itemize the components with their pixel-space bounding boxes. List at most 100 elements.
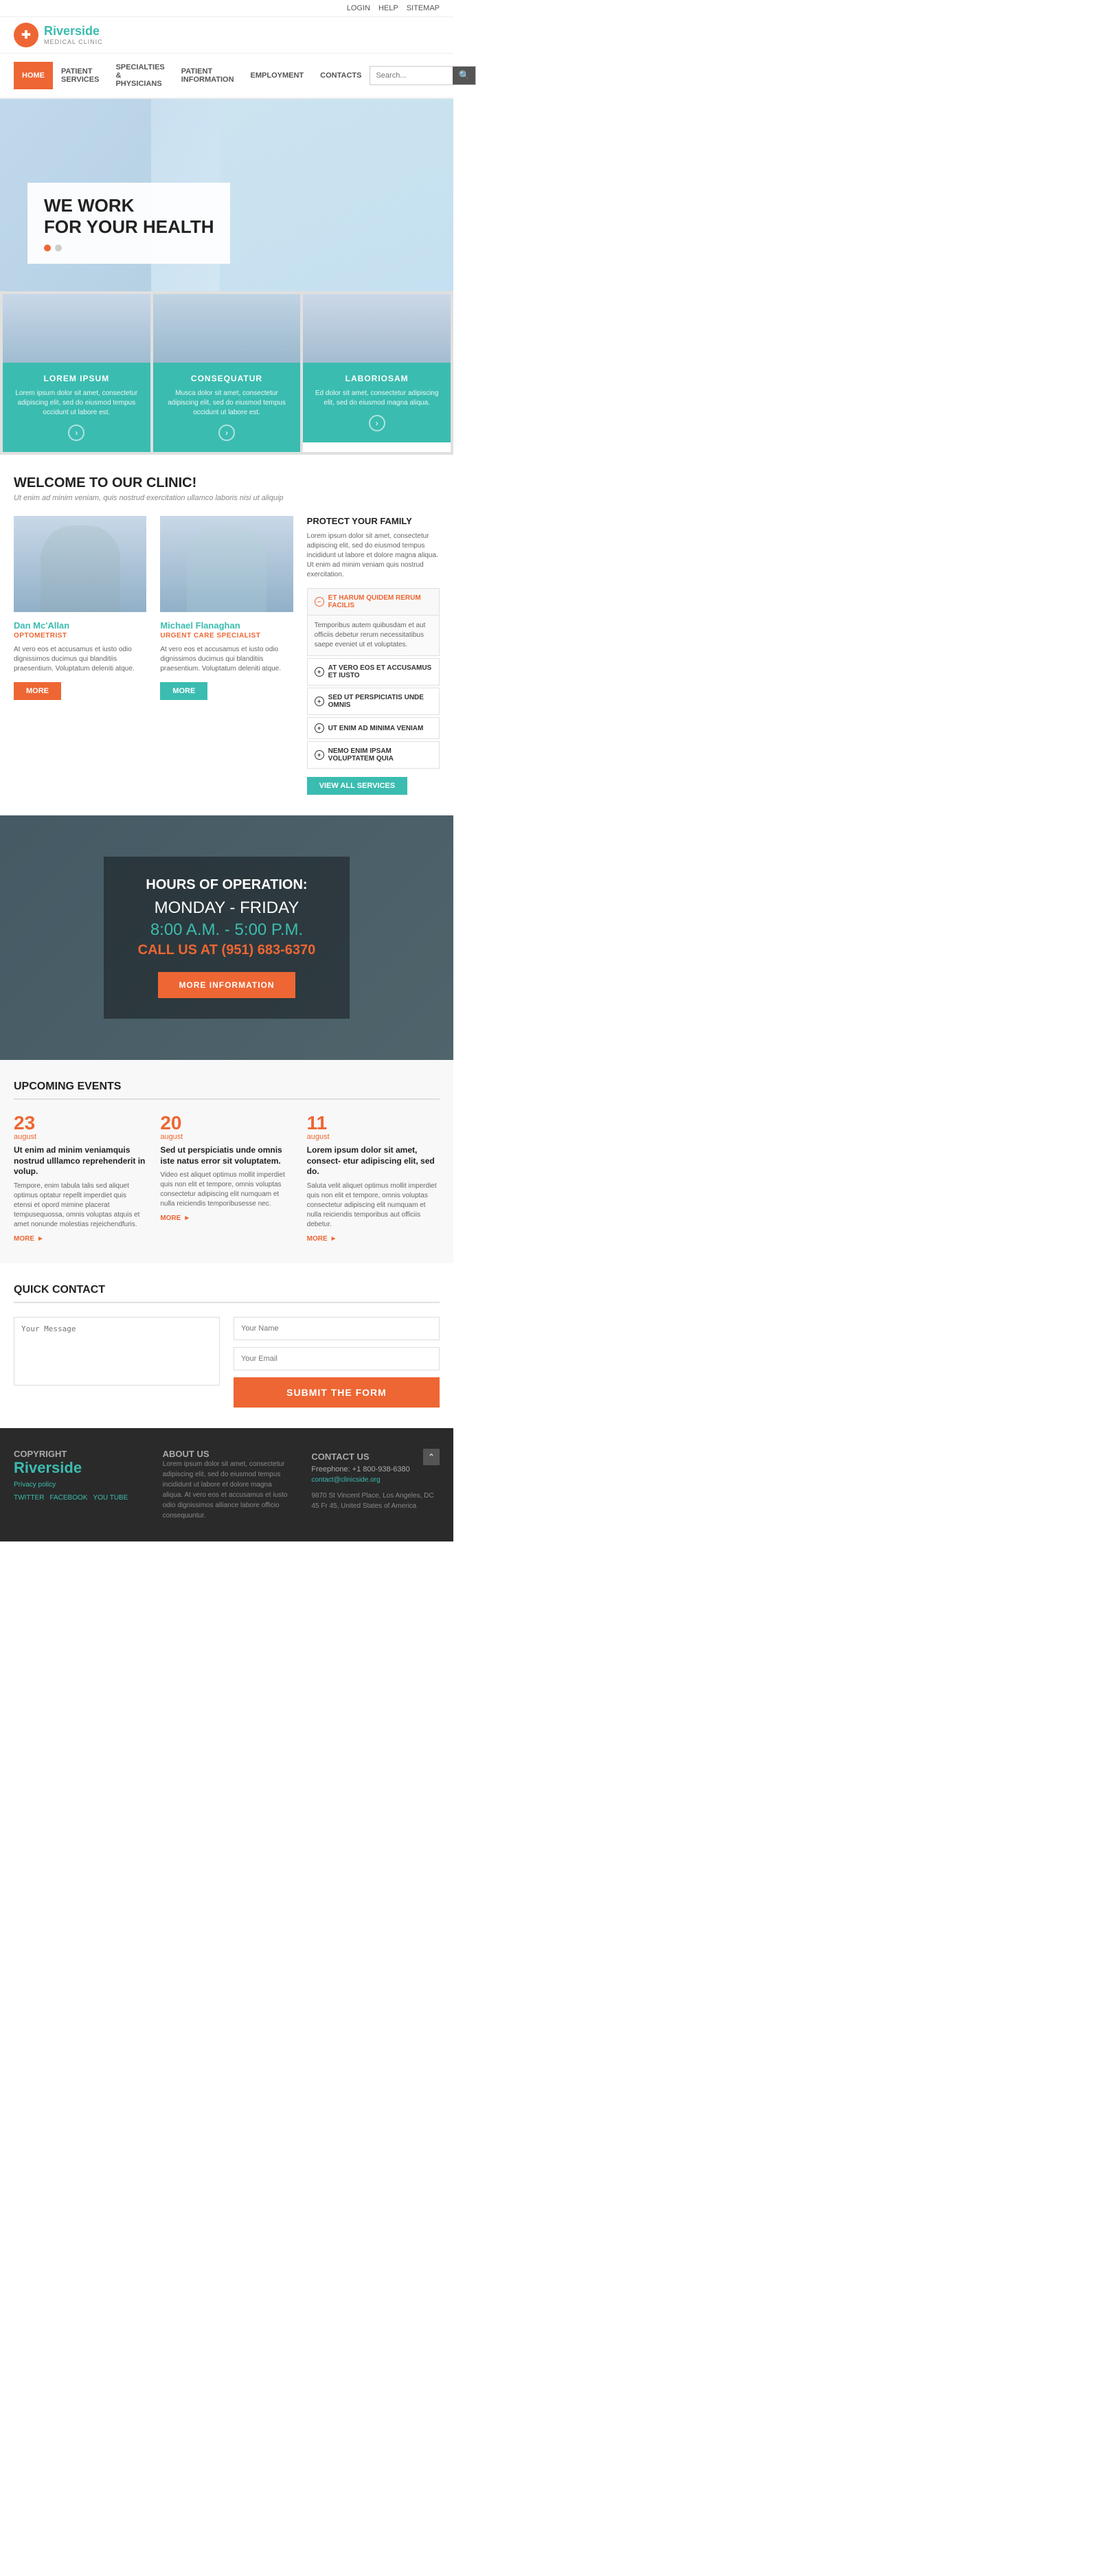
hero-title: WE WORK FOR YOUR HEALTH: [44, 195, 214, 238]
more-info-button[interactable]: MORE INFORMATION: [158, 972, 295, 998]
accordion-header-3[interactable]: + SED UT PERSPICIATIS UNDE OMNIS: [308, 688, 439, 714]
event-desc-1: Tempore, enim tabula talis sed aliquet o…: [14, 1182, 146, 1230]
hours-banner: HOURS OF OPERATION: MONDAY - FRIDAY 8:00…: [0, 815, 453, 1060]
logo[interactable]: ✚ Riverside MEDICAL CLINIC: [14, 23, 103, 47]
accordion-header-2[interactable]: + AT VERO EOS ET ACCUSAMUS ET IUSTO: [308, 659, 439, 685]
logo-cross: ✚: [21, 28, 30, 42]
contact-message-wrapper: [14, 1317, 220, 1408]
footer-logo: Riverside: [14, 1459, 142, 1477]
event-date-2: 20 august: [160, 1114, 293, 1141]
service-card-1: LOREM IPSUM Lorem ipsum dolor sit amet, …: [3, 294, 150, 452]
events-grid: 23 august Ut enim ad minim veniamquis no…: [14, 1114, 440, 1243]
accordion-header-5[interactable]: + NEMO ENIM IPSAM VOLUPTATEM QUIA: [308, 742, 439, 768]
footer-chevron-up[interactable]: ⌃: [423, 1449, 440, 1465]
accordion-item-5: + NEMO ENIM IPSAM VOLUPTATEM QUIA: [307, 741, 440, 769]
quick-contact-section: QUICK CONTACT SUBMIT THE FORM: [0, 1263, 453, 1428]
logo-name: Riverside: [44, 25, 103, 38]
event-more-3[interactable]: MORE ►: [307, 1235, 440, 1243]
event-more-1[interactable]: MORE ►: [14, 1235, 146, 1243]
doctor-more-btn-1[interactable]: MORE: [14, 682, 61, 700]
top-bar: LOGIN HELP SITEMAP: [0, 0, 453, 17]
logo-text-block: Riverside MEDICAL CLINIC: [44, 25, 103, 45]
footer-facebook[interactable]: FACEBOOK: [49, 1494, 87, 1502]
accordion-header-4[interactable]: + UT ENIM AD MINIMA VENIAM: [308, 718, 439, 738]
accordion-icon-2: +: [315, 667, 324, 677]
service-desc-2: Musca dolor sit amet, consectetur adipis…: [164, 389, 290, 418]
service-arrow-2[interactable]: ›: [218, 425, 235, 441]
view-all-wrapper: View All Services: [307, 777, 440, 795]
accordion-header-1[interactable]: − ET HARUM QUIDEM RERUM FACILIS: [308, 589, 439, 615]
hours-start: 8:00: [150, 920, 183, 939]
event-more-label-1: MORE: [14, 1235, 34, 1243]
doctor-more-btn-2[interactable]: MORE: [160, 682, 207, 700]
protect-section: PROTECT YOUR FAMILY Lorem ipsum dolor si…: [307, 516, 440, 795]
event-headline-1: Ut enim ad minim veniamquis nostrud ulll…: [14, 1145, 146, 1177]
footer-email[interactable]: contact@clinicside.org: [311, 1476, 440, 1484]
event-desc-2: Video est aliquet optimus mollit imperdi…: [160, 1171, 293, 1209]
service-arrow-1[interactable]: ›: [68, 425, 84, 441]
search-button[interactable]: 🔍: [453, 67, 475, 84]
header: ✚ Riverside MEDICAL CLINIC: [0, 17, 453, 54]
service-card-2: CONSEQUATUR Musca dolor sit amet, consec…: [153, 294, 301, 452]
footer-twitter[interactable]: TWITTER: [14, 1494, 44, 1502]
contact-name-input[interactable]: [234, 1317, 440, 1340]
hero-dot-1[interactable]: [44, 245, 51, 251]
nav-specialties[interactable]: SPECIALTIES & PHYSICIANS: [107, 54, 172, 98]
accordion-icon-4: +: [315, 723, 324, 733]
view-all-button[interactable]: View All Services: [307, 777, 407, 795]
service-card-3: LABORIOSAM Ed dolor sit amet, consectetu…: [303, 294, 451, 452]
events-title: UPCOMING EVENTS: [14, 1081, 440, 1100]
event-desc-3: Saluta velit aliquet optimus mollit impe…: [307, 1182, 440, 1230]
contact-grid: SUBMIT THE FORM: [14, 1317, 440, 1408]
nav-contacts[interactable]: CONTACTS: [312, 62, 370, 89]
doctor-card-1: Dan Mc'Allan OPTOMETRIST At vero eos et …: [14, 516, 146, 795]
event-more-icon-1: ►: [37, 1235, 44, 1243]
footer-social: TWITTER FACEBOOK YOU TUBE: [14, 1494, 142, 1502]
nav-employment[interactable]: EMPLOYMENT: [242, 62, 313, 89]
hours-time: 8:00 A.M. - 5:00 P.M.: [138, 920, 316, 940]
nav-home[interactable]: HOME: [14, 62, 53, 89]
footer-privacy-link[interactable]: Privacy policy: [14, 1481, 142, 1489]
service-img-2: [153, 294, 301, 363]
contact-email-input[interactable]: [234, 1347, 440, 1370]
submit-form-button[interactable]: SUBMIT THE FORM: [234, 1377, 440, 1408]
event-headline-3: Lorem ipsum dolor sit amet, consect- etu…: [307, 1145, 440, 1177]
footer-youtube[interactable]: YOU TUBE: [93, 1494, 128, 1502]
service-img-1: [3, 294, 150, 363]
hero-content: WE WORK FOR YOUR HEALTH: [27, 183, 230, 264]
hero-dot-2[interactable]: [55, 245, 62, 251]
search-bar: 🔍: [370, 66, 476, 85]
service-title-2: CONSEQUATUR: [164, 374, 290, 383]
event-more-label-2: MORE: [160, 1214, 181, 1222]
footer-phone: Freephone: +1 800-938-6380: [311, 1465, 440, 1473]
welcome-subtitle: Ut enim ad minim veniam, quis nostrud ex…: [14, 494, 440, 502]
welcome-title: WELCOME TO OUR CLINIC!: [14, 475, 440, 491]
event-date-1: 23 august: [14, 1114, 146, 1141]
doctor-photo-1: [14, 516, 146, 612]
nav-patient-info[interactable]: PATIENT INFORMATION: [173, 58, 242, 93]
help-link[interactable]: HELP: [378, 4, 398, 12]
search-input[interactable]: [370, 68, 453, 83]
service-desc-3: Ed dolor sit amet, consectetur adipiscin…: [314, 389, 440, 408]
event-item-1: 23 august Ut enim ad minim veniamquis no…: [14, 1114, 146, 1243]
event-headline-2: Sed ut perspiciatis unde omnis iste natu…: [160, 1145, 293, 1166]
accordion-label-5: NEMO ENIM IPSAM VOLUPTATEM QUIA: [328, 747, 432, 762]
doctor-name-1: Dan Mc'Allan: [14, 620, 146, 631]
login-link[interactable]: LOGIN: [347, 4, 370, 12]
nav-patient-services[interactable]: PATIENT SERVICES: [53, 58, 107, 93]
footer-about-title: ABOUT US: [163, 1449, 291, 1459]
service-desc-1: Lorem ipsum dolor sit amet, consectetur …: [14, 389, 139, 418]
contact-message-input[interactable]: [14, 1317, 220, 1386]
service-arrow-3[interactable]: ›: [369, 415, 385, 431]
hours-phone-number: (951) 683-6370: [222, 942, 316, 958]
footer-copyright-block: COPYRIGHT Riverside Privacy policy TWITT…: [14, 1449, 142, 1521]
accordion-label-3: SED UT PERSPICIATIS UNDE OMNIS: [328, 694, 432, 709]
accordion-icon-5: +: [315, 750, 324, 760]
logo-icon: ✚: [14, 23, 38, 47]
welcome-grid: Dan Mc'Allan OPTOMETRIST At vero eos et …: [14, 516, 440, 795]
accordion-item-4: + UT ENIM AD MINIMA VENIAM: [307, 717, 440, 739]
hours-content: HOURS OF OPERATION: MONDAY - FRIDAY 8:00…: [104, 857, 350, 1019]
sitemap-link[interactable]: SITEMAP: [407, 4, 440, 12]
protect-desc: Lorem ipsum dolor sit amet, consectetur …: [307, 532, 440, 580]
event-more-2[interactable]: MORE ►: [160, 1214, 293, 1222]
